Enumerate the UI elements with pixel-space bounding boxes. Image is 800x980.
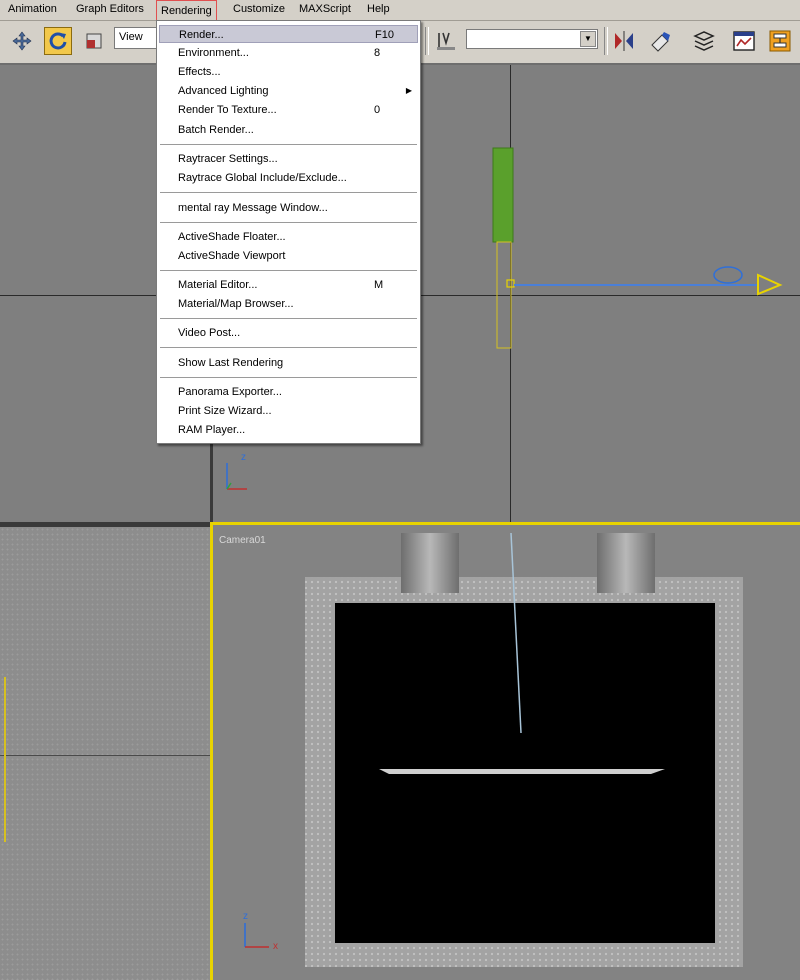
menu-separator bbox=[160, 270, 417, 272]
menu-separator bbox=[160, 318, 417, 320]
menu-graph-editors[interactable]: Graph Editors bbox=[76, 3, 144, 15]
menu-item-label: RAM Player... bbox=[178, 424, 246, 436]
menu-item-render[interactable]: Render... F10 bbox=[159, 25, 418, 43]
menu-bar: Animation Graph Editors Rendering Custom… bbox=[0, 0, 800, 21]
menu-item-activeshade-floater[interactable]: ActiveShade Floater... bbox=[159, 228, 418, 246]
selected-object[interactable] bbox=[492, 147, 514, 243]
menu-customize[interactable]: Customize bbox=[233, 3, 285, 15]
layers-icon bbox=[693, 31, 715, 51]
viewport-left[interactable] bbox=[0, 522, 210, 980]
named-selection-icon bbox=[437, 32, 455, 50]
curve-editor-icon bbox=[733, 31, 755, 51]
menu-item-environment[interactable]: Environment... 8 bbox=[159, 44, 418, 62]
menu-maxscript[interactable]: MAXScript bbox=[299, 3, 351, 15]
menu-item-label: Material Editor... bbox=[178, 279, 258, 291]
menu-item-shortcut: 0 bbox=[374, 104, 381, 116]
menu-item-render-to-texture[interactable]: Render To Texture... 0 bbox=[159, 101, 418, 119]
align-icon bbox=[651, 32, 670, 52]
menu-separator bbox=[160, 347, 417, 349]
menu-item-batch-render[interactable]: Batch Render... bbox=[159, 121, 418, 139]
menu-separator bbox=[160, 377, 417, 379]
menu-item-shortcut: 8 bbox=[374, 47, 381, 59]
rotate-icon bbox=[49, 32, 67, 50]
menu-item-activeshade-viewport[interactable]: ActiveShade Viewport bbox=[159, 247, 418, 265]
menu-item-show-last-rendering[interactable]: Show Last Rendering bbox=[159, 354, 418, 372]
menu-item-label: Raytracer Settings... bbox=[178, 153, 278, 165]
camera-axis-z-label: z bbox=[243, 911, 248, 922]
menu-item-video-post[interactable]: Video Post... bbox=[159, 324, 418, 342]
pillar-right[interactable] bbox=[597, 533, 655, 593]
menu-item-label: Print Size Wizard... bbox=[178, 405, 272, 417]
menu-item-label: ActiveShade Viewport bbox=[178, 250, 286, 262]
combo-arrow-icon[interactable]: ▼ bbox=[580, 31, 596, 47]
menu-item-ram-player[interactable]: RAM Player... bbox=[159, 421, 418, 439]
select-scale-button[interactable] bbox=[80, 27, 108, 55]
rendering-menu: Render... F10 Environment... 8 Effects..… bbox=[156, 20, 421, 444]
menu-item-mental-ray-message-window[interactable]: mental ray Message Window... bbox=[159, 199, 418, 217]
menu-item-label: Batch Render... bbox=[178, 124, 254, 136]
scale-icon bbox=[86, 33, 102, 49]
schematic-icon bbox=[769, 30, 791, 52]
grid-axis-line bbox=[0, 755, 210, 756]
move-icon bbox=[12, 31, 32, 51]
camera-scene bbox=[305, 532, 743, 967]
curve-editor-button[interactable] bbox=[730, 27, 758, 55]
menu-item-label: Raytrace Global Include/Exclude... bbox=[178, 172, 347, 184]
menu-item-label: Show Last Rendering bbox=[178, 357, 284, 369]
menu-item-material-editor[interactable]: Material Editor... M bbox=[159, 276, 418, 294]
layer-manager-button[interactable] bbox=[690, 27, 718, 55]
menu-item-shortcut: M bbox=[374, 279, 384, 291]
axis-tripod-icon bbox=[226, 463, 247, 490]
named-selection-sets-combo[interactable]: ▼ bbox=[466, 29, 598, 49]
menu-item-label: mental ray Message Window... bbox=[178, 202, 328, 214]
mirror-button[interactable] bbox=[610, 27, 638, 55]
menu-separator bbox=[160, 192, 417, 194]
menu-item-effects[interactable]: Effects... bbox=[159, 63, 418, 81]
menu-item-raytrace-global-include-exclude[interactable]: Raytrace Global Include/Exclude... bbox=[159, 169, 418, 187]
camera-axis-x-label: x bbox=[273, 941, 278, 952]
menu-separator bbox=[160, 144, 417, 146]
menu-separator bbox=[160, 222, 417, 224]
toolbar-separator bbox=[604, 27, 608, 55]
menu-item-label: Render To Texture... bbox=[178, 104, 277, 116]
menu-help[interactable]: Help bbox=[367, 3, 390, 15]
mirror-icon bbox=[615, 31, 633, 51]
menu-item-print-size-wizard[interactable]: Print Size Wizard... bbox=[159, 402, 418, 420]
menu-item-label: Render... bbox=[179, 29, 224, 41]
select-move-button[interactable] bbox=[8, 27, 36, 55]
menu-animation[interactable]: Animation bbox=[8, 3, 57, 15]
menu-item-label: Effects... bbox=[178, 66, 221, 78]
menu-item-label: Video Post... bbox=[178, 327, 241, 339]
select-rotate-button[interactable] bbox=[44, 27, 72, 55]
menu-item-advanced-lighting[interactable]: Advanced Lighting ▶ bbox=[159, 82, 418, 100]
menu-item-panorama-exporter[interactable]: Panorama Exporter... bbox=[159, 383, 418, 401]
edit-named-selection-button[interactable] bbox=[432, 27, 460, 55]
menu-item-label: Environment... bbox=[178, 47, 249, 59]
spotlight-icon[interactable] bbox=[757, 273, 783, 296]
pillar-left[interactable] bbox=[401, 533, 459, 593]
reference-coordinate-select[interactable]: View bbox=[114, 27, 158, 49]
menu-rendering[interactable]: Rendering bbox=[156, 0, 217, 20]
menu-item-raytracer-settings[interactable]: Raytracer Settings... bbox=[159, 150, 418, 168]
menu-item-label: Material/Map Browser... bbox=[178, 298, 294, 310]
toolbar-separator bbox=[425, 27, 429, 55]
submenu-arrow-icon: ▶ bbox=[405, 86, 412, 95]
menu-item-shortcut: F10 bbox=[375, 29, 394, 41]
plane-object[interactable] bbox=[379, 769, 665, 774]
menu-item-label: Panorama Exporter... bbox=[178, 386, 282, 398]
light-gizmo[interactable] bbox=[713, 266, 743, 284]
schematic-view-button[interactable] bbox=[766, 27, 794, 55]
viewport-camera[interactable]: Camera01 z x bbox=[210, 522, 800, 980]
menu-item-label: ActiveShade Floater... bbox=[178, 231, 286, 243]
align-button[interactable] bbox=[646, 27, 674, 55]
object-wireframe[interactable] bbox=[496, 241, 512, 349]
axis-z-label: z bbox=[241, 452, 246, 463]
object-edge-marker bbox=[4, 677, 6, 842]
menu-item-label: Advanced Lighting bbox=[178, 85, 269, 97]
menu-item-material-map-browser[interactable]: Material/Map Browser... bbox=[159, 295, 418, 313]
